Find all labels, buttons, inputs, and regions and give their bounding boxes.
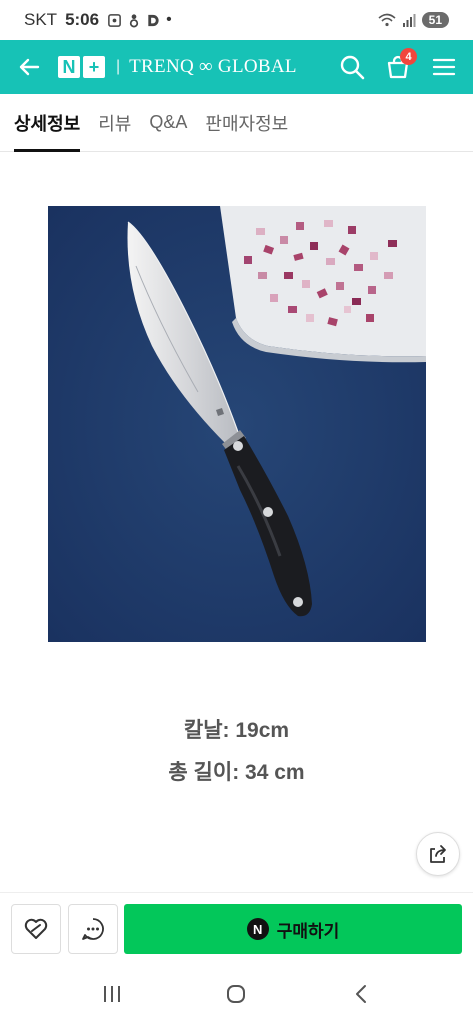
buy-button-label: 구매하기 (276, 921, 340, 941)
product-image (48, 206, 426, 642)
tab-details[interactable]: 상세정보 (14, 94, 81, 152)
buy-button[interactable]: N 구매하기 (124, 904, 462, 954)
chat-icon (82, 918, 104, 940)
recent-apps-button[interactable] (92, 974, 132, 1014)
menu-icon (432, 58, 456, 76)
home-icon (227, 985, 246, 1003)
system-nav-bar (0, 964, 473, 1024)
wifi-icon (378, 13, 396, 27)
signal-icon (402, 14, 416, 27)
tab-reviews[interactable]: 리뷰 (98, 94, 131, 151)
product-tabs: 상세정보 리뷰 Q&A 판매자정보 (0, 94, 473, 152)
back-arrow-icon (19, 58, 40, 76)
tab-qna[interactable]: Q&A (149, 94, 187, 151)
search-button[interactable] (337, 52, 367, 82)
d-notification-icon (148, 14, 159, 26)
naver-pay-icon: N (246, 918, 269, 940)
share-button[interactable] (416, 832, 460, 876)
spec-total-length: 총 길이: 34 cm (168, 761, 305, 784)
menu-button[interactable] (429, 52, 459, 82)
dot-icon: • (166, 11, 172, 28)
talk-button[interactable] (68, 904, 118, 954)
cart-button[interactable]: 4 (383, 48, 417, 82)
brand-separator: | (116, 58, 121, 75)
brand-name[interactable]: TRENQ ∞ GLOBAL (129, 56, 297, 78)
cutting-board (220, 206, 426, 363)
nav-back-icon (355, 985, 366, 1003)
person-notification-icon (129, 13, 139, 27)
tab-seller-info[interactable]: 판매자정보 (205, 94, 288, 151)
nplus-logo-n: N (58, 56, 80, 78)
nplus-logo[interactable]: N + (58, 56, 105, 78)
purchase-bar: N 구매하기 (0, 892, 473, 964)
share-icon (430, 845, 446, 863)
system-back-button[interactable] (341, 974, 381, 1014)
status-bar: SKT 5:06 • 51 (0, 0, 473, 40)
app-header: N + | TRENQ ∞ GLOBAL 4 (0, 40, 473, 94)
search-icon (340, 55, 365, 80)
recent-apps-icon (104, 986, 121, 1002)
home-button[interactable] (216, 974, 256, 1014)
spec-blade-length: 칼날: 19cm (183, 719, 290, 742)
cart-count-badge: 4 (400, 48, 417, 65)
nplus-logo-plus: + (83, 56, 105, 78)
back-button[interactable] (14, 52, 44, 82)
battery-indicator: 51 (421, 12, 449, 28)
heart-icon (24, 918, 48, 939)
screenshot-icon (108, 13, 121, 27)
status-carrier: SKT (24, 10, 58, 29)
status-time: 5:06 (65, 10, 100, 29)
notification-icons: • (107, 11, 172, 29)
wishlist-button[interactable] (11, 904, 61, 954)
